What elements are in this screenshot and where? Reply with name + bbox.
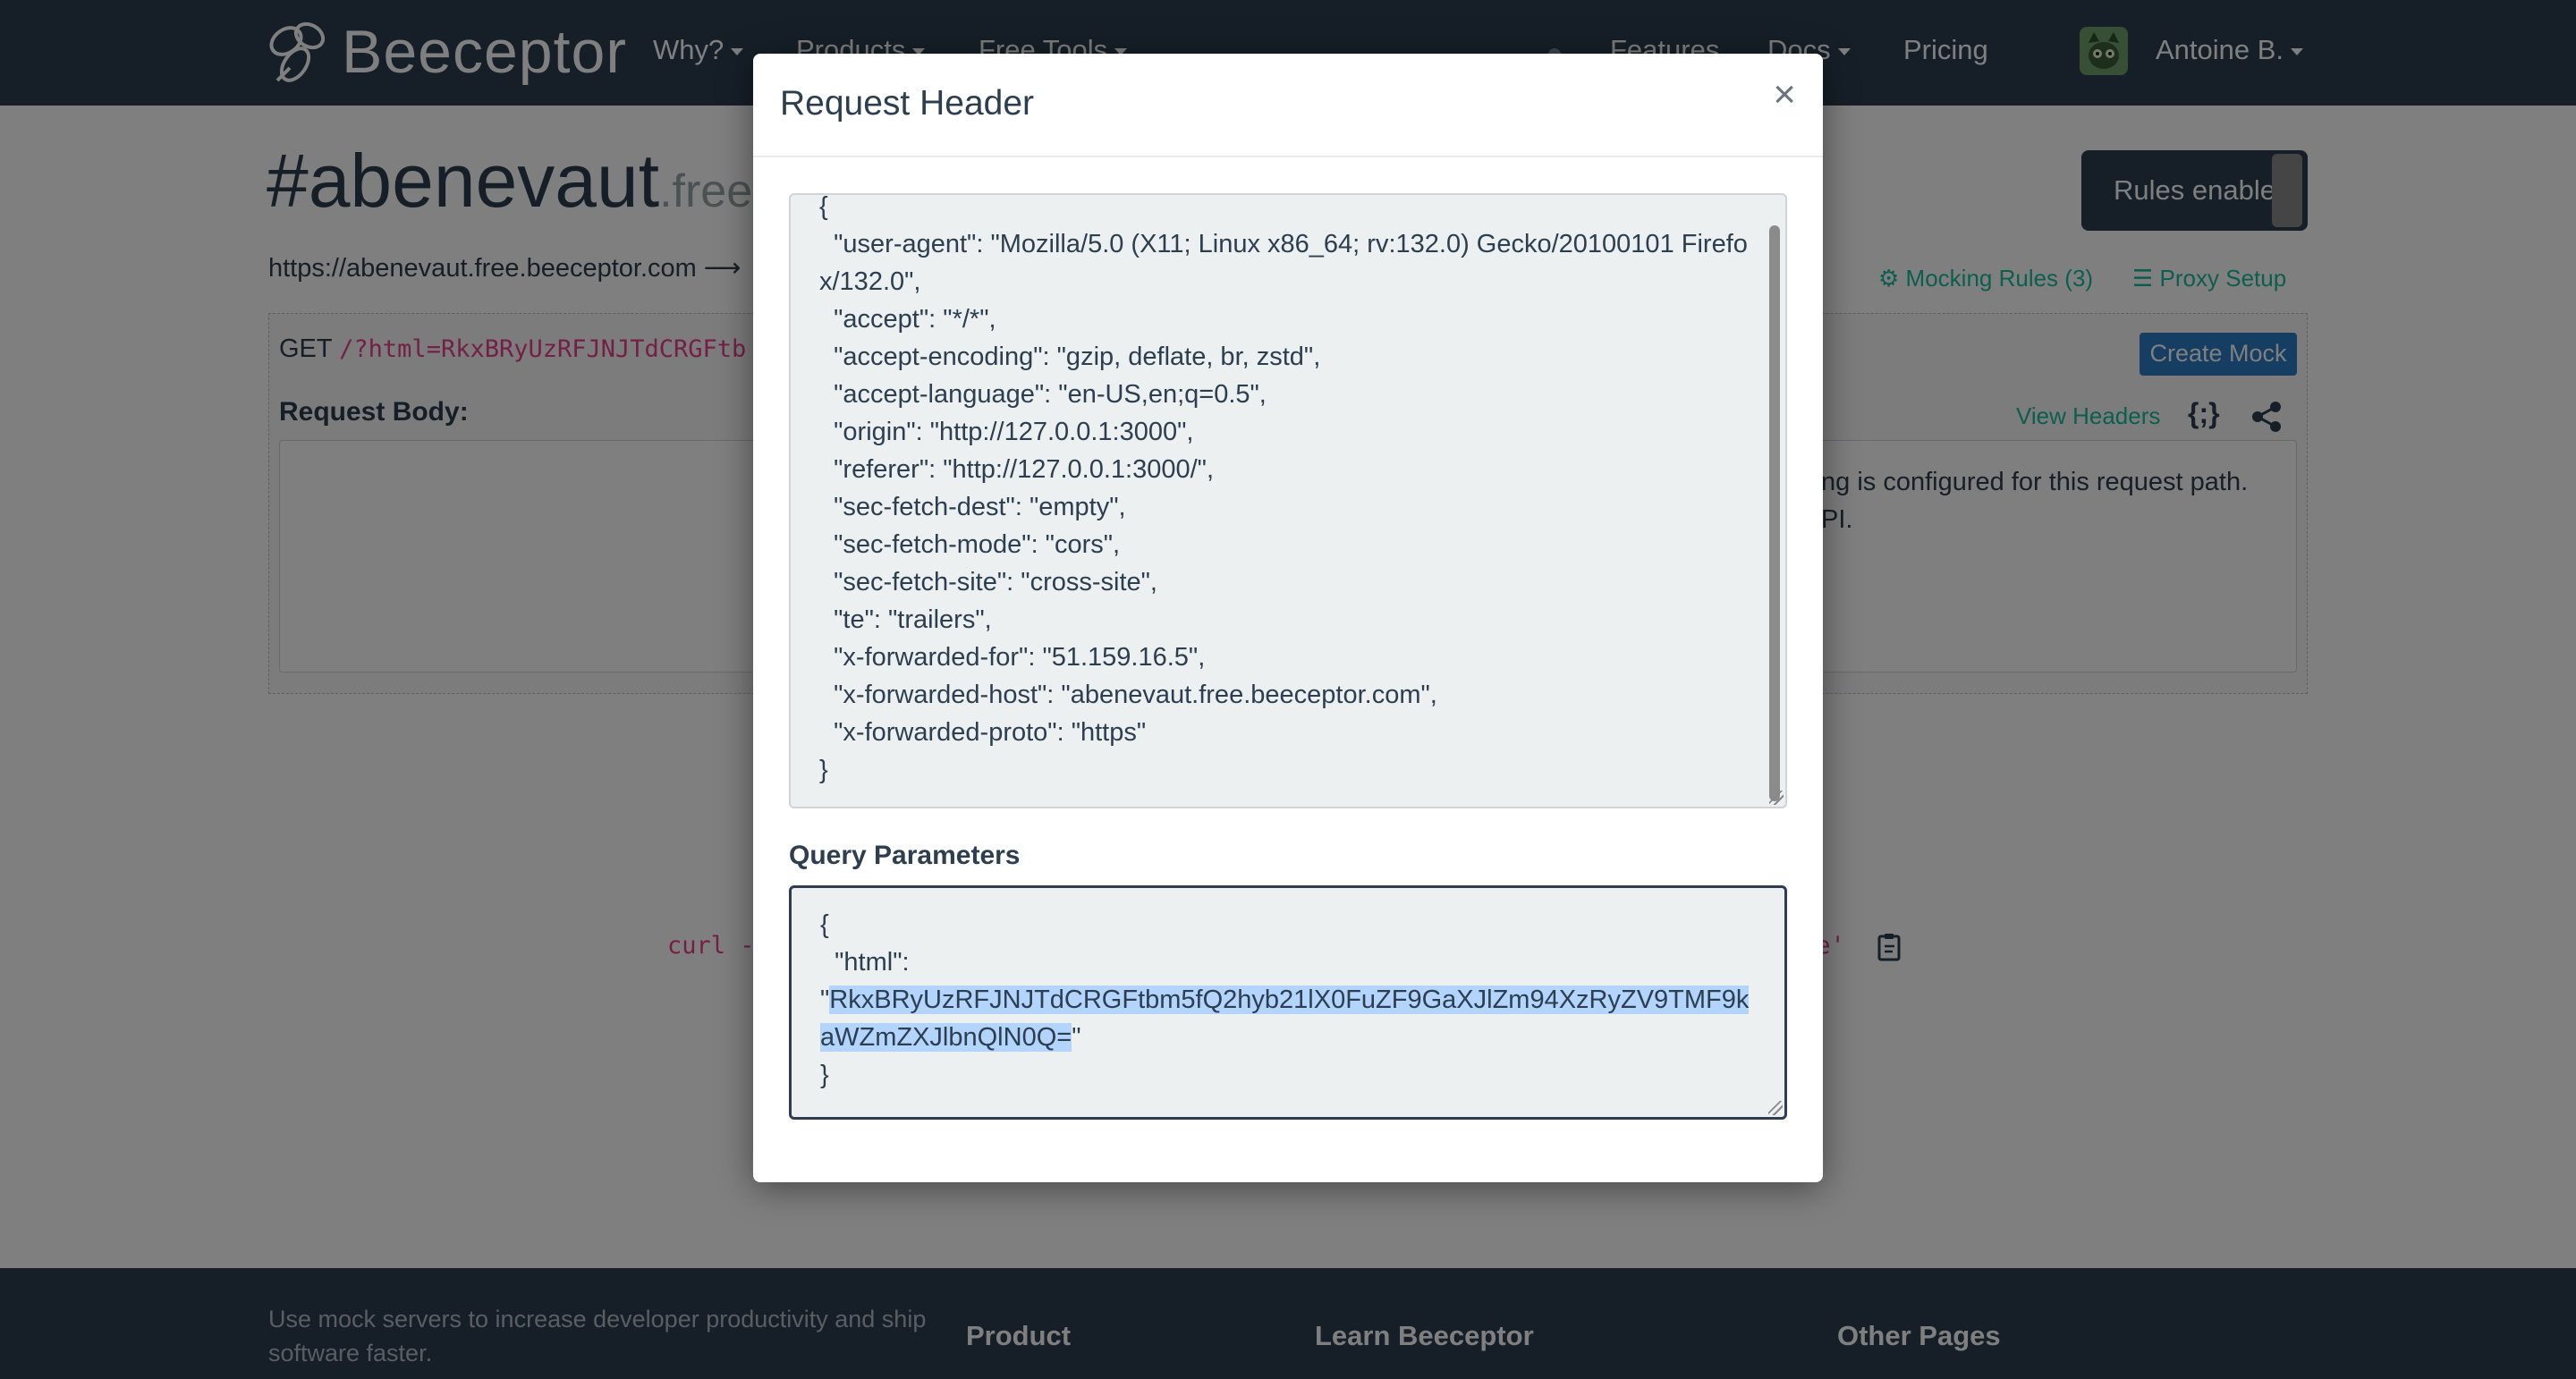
query-parameters-textarea[interactable]: { "html": "RkxBRyUzRFJNJTdCRGFtbm5fQ2hyb…	[789, 885, 1787, 1120]
request-header-modal: Request Header × { "user-agent": "Mozill…	[753, 54, 1823, 1182]
query-parameters-json: { "html": "RkxBRyUzRFJNJTdCRGFtbm5fQ2hyb…	[820, 906, 1756, 1094]
query-html-value: RkxBRyUzRFJNJTdCRGFtbm5fQ2hyb21lX0FuZF9G…	[820, 986, 1750, 1052]
modal-title: Request Header	[780, 84, 1035, 123]
scrollbar[interactable]	[1769, 225, 1780, 801]
request-headers-textarea[interactable]: { "user-agent": "Mozilla/5.0 (X11; Linux…	[789, 193, 1787, 808]
resize-handle-icon[interactable]	[1769, 791, 1784, 805]
query-parameters-label: Query Parameters	[789, 841, 1021, 870]
request-headers-json: { "user-agent": "Mozilla/5.0 (X11; Linux…	[819, 193, 1748, 784]
modal-header: Request Header ×	[753, 54, 1823, 157]
close-icon[interactable]: ×	[1773, 75, 1796, 114]
resize-handle-icon[interactable]	[1768, 1101, 1783, 1115]
